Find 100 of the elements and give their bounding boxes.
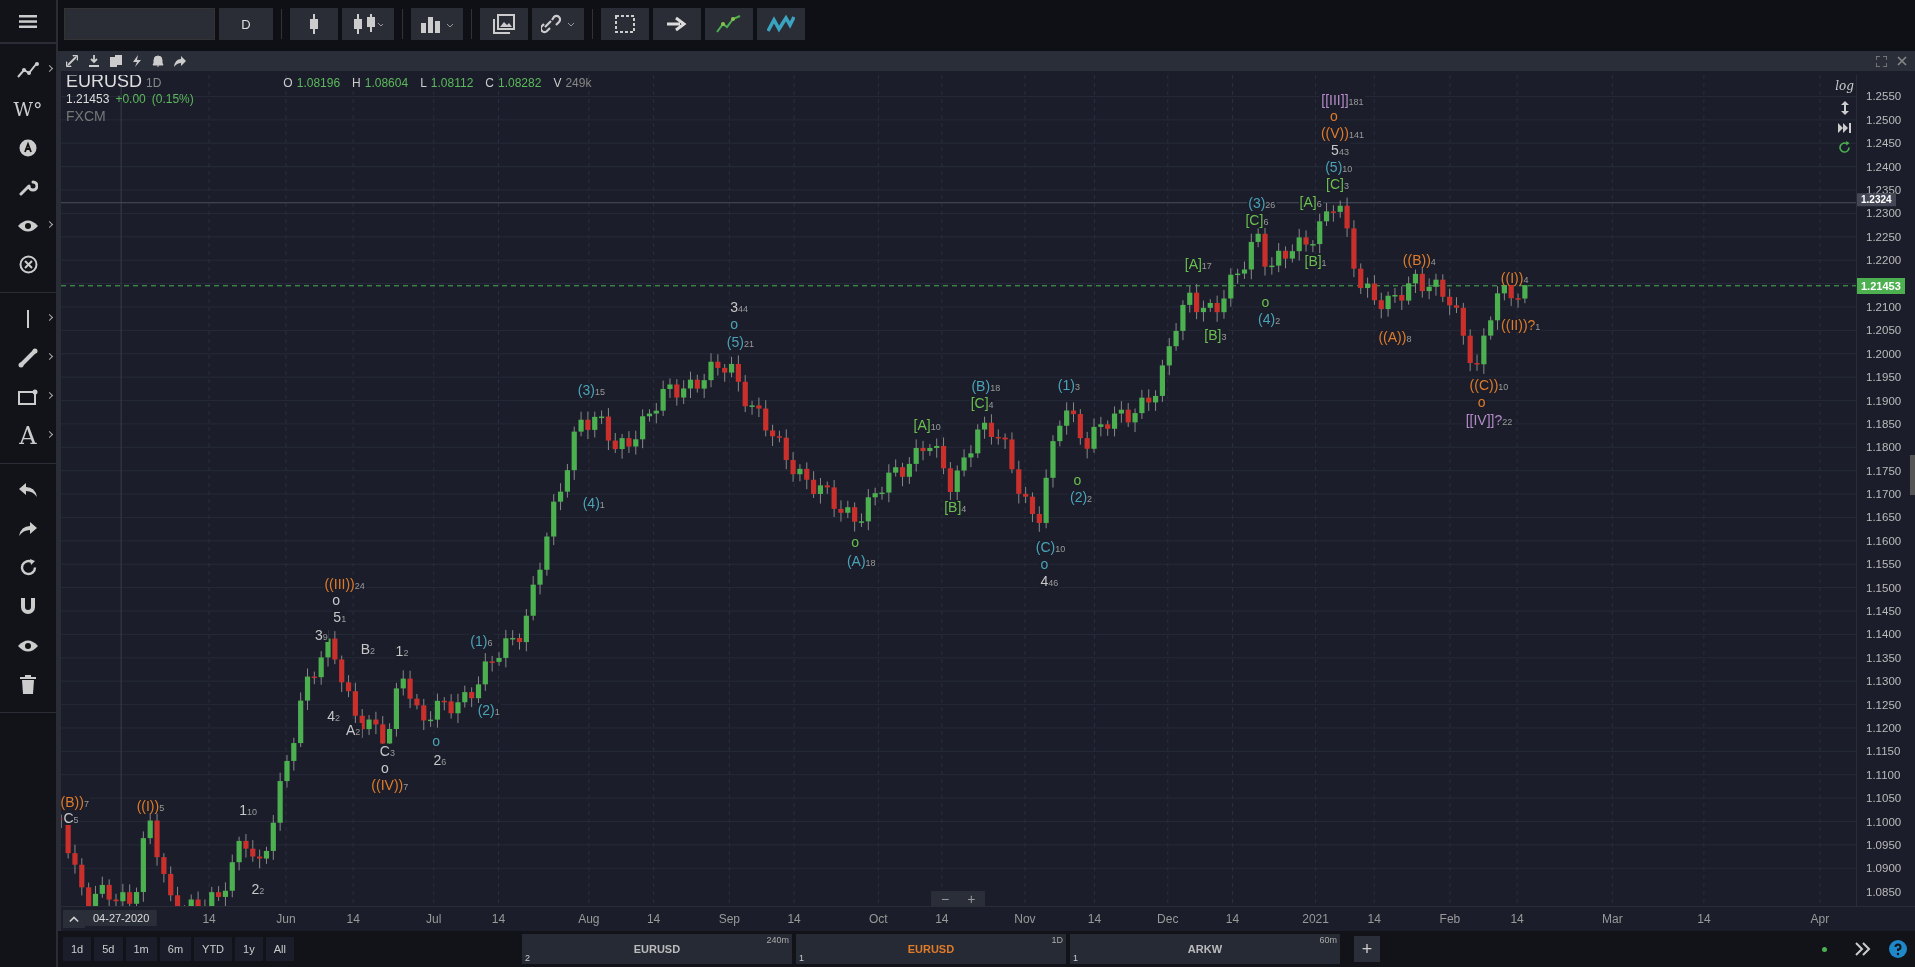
chart-tab[interactable]: EURUSD 1D 1 [795, 934, 1066, 964]
refresh-icon[interactable] [1838, 141, 1852, 154]
price-tick: 1.1700 [1866, 488, 1902, 501]
interval-button[interactable]: D [219, 8, 273, 40]
time-tick: 2021 [1302, 912, 1329, 926]
wave-label: A2 [345, 723, 362, 738]
wave-label: 446 [1039, 574, 1060, 589]
wave-degree-tool[interactable]: W° [13, 97, 43, 120]
price-tick: 1.1000 [1866, 815, 1902, 828]
bell-icon[interactable] [152, 55, 164, 67]
wave-label: (4)1 [581, 496, 606, 511]
wave-label: (3)15 [576, 382, 606, 397]
wave-label: (1)6 [469, 634, 494, 649]
trend-line-icon[interactable] [17, 60, 39, 79]
time-tick: 14 [491, 912, 506, 926]
bar-chart-icon[interactable] [411, 8, 463, 40]
wave-label: ((I))5 [135, 799, 166, 814]
time-tick: Nov [1014, 912, 1036, 926]
interval-label: 1D [146, 76, 162, 90]
price-tick: 1.2450 [1866, 137, 1902, 150]
candles-icon[interactable] [342, 8, 394, 40]
help-icon[interactable] [1889, 940, 1907, 958]
price-tick: 1.1650 [1866, 511, 1902, 524]
trash-icon[interactable] [20, 675, 36, 694]
wave-label: (5)21 [725, 334, 755, 349]
time-tick: Sep [718, 912, 740, 926]
wave-label: (B))7 [61, 795, 90, 810]
time-tick: Aug [578, 912, 600, 926]
time-tick: 14 [935, 912, 949, 926]
text-tool[interactable]: A [19, 421, 37, 450]
ruler-icon[interactable] [18, 347, 38, 368]
time-tick: 14 [787, 912, 801, 926]
zigzag-icon[interactable] [757, 8, 805, 40]
wave-label: C5 [62, 811, 80, 826]
wave-label: 26 [432, 752, 448, 767]
ohlc-key: V [553, 76, 562, 90]
price-tick: 1.2400 [1866, 160, 1902, 173]
time-tick: 14 [1087, 912, 1102, 926]
wave-label: 51 [332, 609, 348, 624]
circle-letter-icon[interactable] [19, 138, 37, 157]
price-change-percent: (0.15%) [151, 92, 194, 106]
scrollbar-thumb[interactable] [1910, 455, 1915, 495]
chart-tab[interactable]: EURUSD 240m 2 [521, 934, 792, 964]
lightning-icon[interactable] [132, 55, 142, 67]
price-tick: 1.2050 [1866, 324, 1902, 337]
ohlc-value: 249k [565, 76, 592, 90]
magnet-icon[interactable] [19, 597, 37, 616]
skip-forward-icon[interactable] [1837, 123, 1852, 133]
price-tick: 1.1450 [1866, 605, 1902, 617]
range-button[interactable]: 1y [235, 937, 263, 961]
wave-label: [A]6 [1298, 194, 1323, 209]
collapse-icon[interactable] [63, 910, 85, 928]
close-icon[interactable] [18, 255, 38, 274]
redo-icon[interactable] [18, 520, 38, 537]
data-source-label: FXCM [66, 108, 107, 124]
time-tick: 14 [1367, 912, 1381, 926]
expand-icon[interactable] [1876, 55, 1887, 67]
tab-count: 1 [1072, 953, 1078, 963]
time-tick: Feb [1439, 912, 1461, 926]
image-icon[interactable] [480, 8, 528, 40]
range-button[interactable]: All [265, 937, 294, 961]
share-icon[interactable] [174, 55, 186, 67]
time-tick: 14 [1225, 912, 1240, 926]
selection-icon[interactable] [601, 8, 649, 40]
wave-label: C3 [378, 744, 396, 759]
wave-label: o [431, 734, 442, 749]
wave-label: 110 [238, 802, 259, 817]
last-price: 1.21453 [66, 92, 110, 106]
price-tick: 1.1750 [1866, 464, 1902, 477]
price-tick: 1.0950 [1866, 838, 1902, 851]
wave-label: (5)10 [1324, 160, 1354, 175]
price-tag: 1.21453 [1857, 277, 1905, 294]
log-scale-toggle[interactable]: log [1835, 79, 1854, 93]
up-down-arrow-icon[interactable] [1840, 101, 1849, 115]
range-button[interactable]: 1d [63, 937, 92, 961]
undo-icon[interactable] [18, 481, 38, 498]
zoom-button[interactable]: + [961, 891, 982, 907]
tab-interval: 60m [1319, 935, 1337, 945]
range-button[interactable]: 1m [125, 937, 157, 961]
time-tick: 14 [1510, 912, 1524, 926]
candle-icon[interactable] [290, 8, 338, 40]
rectangle-icon[interactable] [18, 388, 38, 405]
price-tick: 1.0850 [1866, 885, 1902, 898]
double-chevron-icon[interactable] [1855, 942, 1871, 956]
range-button[interactable]: YTD [194, 937, 233, 961]
ohlc-value: 1.08112 [430, 76, 474, 90]
vertical-line-icon[interactable] [26, 309, 30, 328]
symbol-input-field[interactable] [64, 8, 215, 40]
refresh-icon[interactable] [18, 558, 38, 577]
wave-label: 344 [729, 299, 749, 314]
arrow-right-icon[interactable] [653, 8, 701, 40]
copy-icon[interactable] [110, 55, 122, 67]
range-button[interactable]: 5d [94, 937, 123, 961]
zoom-button[interactable]: − [935, 891, 956, 907]
download-icon[interactable] [88, 55, 100, 67]
range-button[interactable]: 6m [159, 937, 192, 961]
chart-tab[interactable]: ARKW 60m 1 [1069, 934, 1340, 964]
wave-label: [B]4 [943, 499, 968, 514]
time-tick: 14 [346, 912, 360, 926]
add-tab-button[interactable]: + [1353, 936, 1380, 962]
